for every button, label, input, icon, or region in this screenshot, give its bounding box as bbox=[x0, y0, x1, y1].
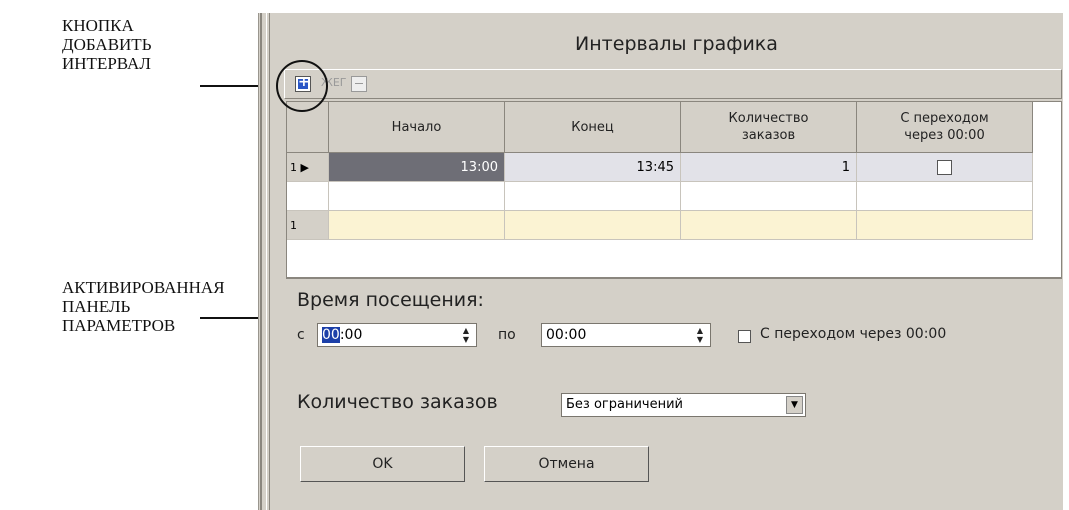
new-row-number: 1 bbox=[287, 210, 329, 240]
empty-cell bbox=[856, 181, 1033, 211]
column-header-midnight-label: С переходом через 00:00 bbox=[900, 111, 989, 143]
add-interval-button[interactable]: + bbox=[295, 74, 311, 92]
callout-line: ПАНЕЛЬ bbox=[62, 297, 131, 316]
toolbar: + ЖЕГ bbox=[284, 69, 1062, 99]
new-cell[interactable] bbox=[504, 210, 681, 240]
column-header-end[interactable]: Конец bbox=[504, 102, 681, 153]
cell-end[interactable]: 13:45 bbox=[504, 152, 681, 182]
callout-active-panel: АКТИВИРОВАННАЯ ПАНЕЛЬ ПАРАМЕТРОВ bbox=[62, 278, 225, 335]
row-number: 1 bbox=[290, 160, 297, 174]
new-cell[interactable] bbox=[680, 210, 857, 240]
from-hours-selected: 00 bbox=[322, 327, 340, 343]
cell-count[interactable]: 1 bbox=[680, 152, 857, 182]
table-row[interactable]: 1 ▶ 13:00 13:45 1 bbox=[287, 152, 1033, 182]
callout-line: ДОБАВИТЬ bbox=[62, 35, 152, 54]
spin-down-icon[interactable]: ▼ bbox=[458, 335, 474, 344]
to-label: по bbox=[498, 327, 516, 343]
spin-up-icon[interactable]: ▲ bbox=[458, 326, 474, 335]
new-row[interactable]: 1 bbox=[287, 210, 1033, 240]
empty-cell bbox=[504, 181, 681, 211]
spin-down-icon[interactable]: ▼ bbox=[692, 335, 708, 344]
ok-button[interactable]: OK bbox=[300, 446, 465, 482]
orders-count-select[interactable]: Без ограничений ▼ bbox=[561, 393, 806, 417]
column-header-midnight[interactable]: С переходом через 00:00 bbox=[856, 102, 1033, 153]
chevron-down-icon[interactable]: ▼ bbox=[786, 396, 803, 414]
cancel-button[interactable]: Отмена bbox=[484, 446, 649, 482]
empty-cell bbox=[328, 181, 505, 211]
to-time-value: 00:00 bbox=[546, 327, 587, 343]
window-frame-line bbox=[269, 13, 270, 510]
orders-count-label: Количество заказов bbox=[297, 391, 498, 413]
to-time-input[interactable]: 00:00 ▲ ▼ bbox=[541, 323, 711, 347]
plus-icon: + bbox=[298, 74, 310, 90]
empty-row bbox=[287, 181, 1033, 211]
from-time-input[interactable]: 00:00 ▲ ▼ bbox=[317, 323, 477, 347]
empty-cell bbox=[680, 181, 857, 211]
to-time-spinner[interactable]: ▲ ▼ bbox=[692, 326, 708, 344]
orders-count-value: Без ограничений bbox=[566, 397, 683, 412]
parameters-panel: Время посещения: с 00:00 ▲ ▼ по 00:00 ▲ … bbox=[286, 278, 1062, 509]
cell-start[interactable]: 13:00 bbox=[328, 152, 505, 182]
from-time-rest: :00 bbox=[339, 327, 363, 343]
row-indicator[interactable]: 1 ▶ bbox=[287, 152, 329, 182]
column-header-start[interactable]: Начало bbox=[328, 102, 505, 153]
midnight-crossing-checkbox[interactable] bbox=[738, 330, 751, 343]
cell-midnight[interactable] bbox=[856, 152, 1033, 182]
from-label: с bbox=[297, 327, 305, 343]
callout-line: ИНТЕРВАЛ bbox=[62, 54, 151, 73]
empty-cell bbox=[287, 181, 329, 211]
window-frame-line bbox=[260, 13, 262, 510]
window-title: Интервалы графика bbox=[575, 33, 778, 55]
midnight-checkbox[interactable] bbox=[937, 159, 952, 175]
spin-up-icon[interactable]: ▲ bbox=[692, 326, 708, 335]
new-cell[interactable] bbox=[328, 210, 505, 240]
midnight-crossing-label: С переходом через 00:00 bbox=[760, 326, 947, 342]
visit-time-label: Время посещения: bbox=[297, 289, 484, 311]
current-row-arrow-icon: ▶ bbox=[300, 160, 309, 174]
column-header-count-label: Количество заказов bbox=[728, 111, 809, 143]
callout-line: КНОПКА bbox=[62, 16, 134, 35]
delete-interval-button[interactable] bbox=[351, 76, 367, 92]
new-cell[interactable] bbox=[856, 210, 1033, 240]
callout-add-interval: КНОПКА ДОБАВИТЬ ИНТЕРВАЛ bbox=[62, 16, 151, 73]
from-time-spinner[interactable]: ▲ ▼ bbox=[458, 326, 474, 344]
callout-line: АКТИВИРОВАННАЯ bbox=[62, 278, 225, 297]
intervals-grid: Начало Конец Количество заказов С перехо… bbox=[286, 101, 1062, 278]
intervals-window: Интервалы графика + ЖЕГ Начало Конец Кол… bbox=[258, 13, 1063, 510]
window-frame-line bbox=[266, 13, 267, 510]
column-header-count[interactable]: Количество заказов bbox=[680, 102, 857, 153]
